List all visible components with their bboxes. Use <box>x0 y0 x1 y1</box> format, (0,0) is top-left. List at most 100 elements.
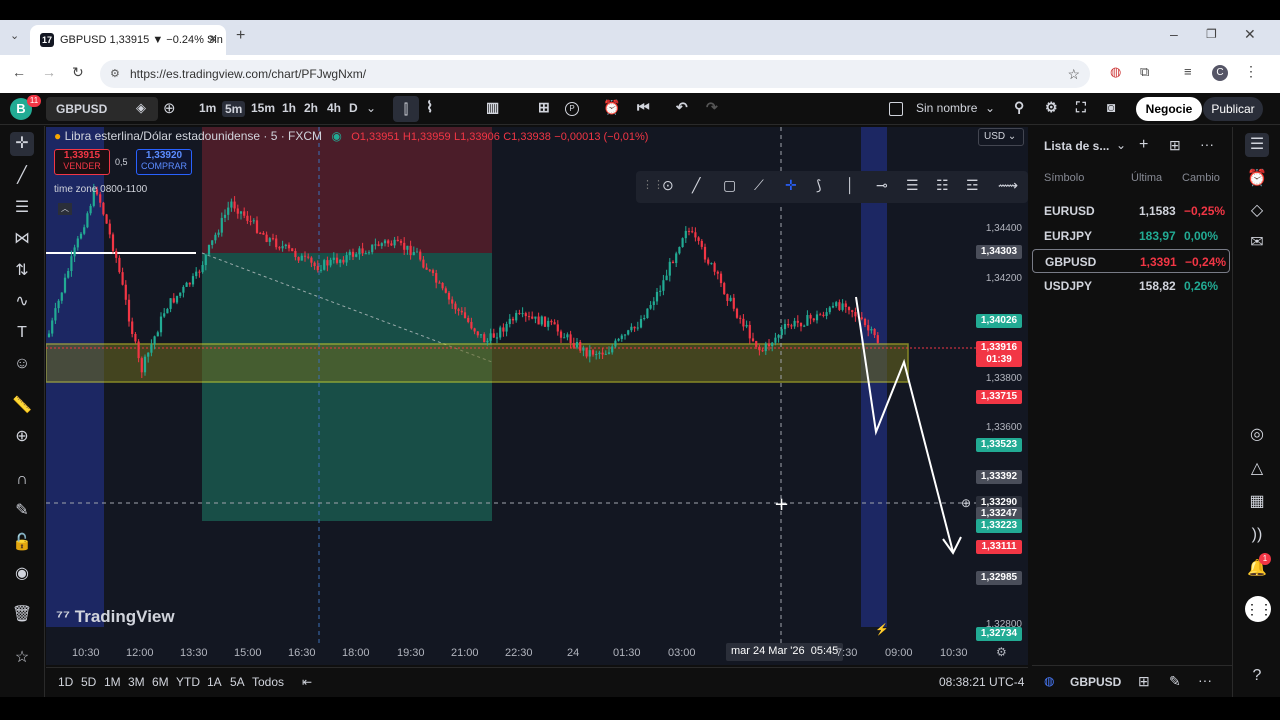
compare-icon[interactable]: ◈ <box>136 100 146 116</box>
new-tab-icon[interactable]: + <box>236 27 245 45</box>
range-1d[interactable]: 1D <box>58 675 73 689</box>
fib-tool-icon[interactable]: ☰ <box>10 196 34 220</box>
browser-tab[interactable]: 17 GBPUSD 1,33915 ▼ −0.24% Sin ✕ <box>30 25 226 55</box>
reload-icon[interactable]: ↻ <box>72 64 84 81</box>
range-ytd[interactable]: YTD <box>176 675 200 689</box>
emoji-tool-icon[interactable]: ☺ <box>10 352 34 376</box>
magnet-icon[interactable]: ∩ <box>10 468 34 492</box>
clock-timezone[interactable]: 08:38:21 UTC-4 <box>939 675 1024 689</box>
extensions-puzzle-icon[interactable]: ⧉ <box>1140 64 1149 80</box>
add-symbol-icon[interactable]: ⊕ <box>163 99 176 117</box>
interval-1h[interactable]: 1h <box>282 101 296 115</box>
media-icon[interactable]: ≡ <box>1184 64 1192 79</box>
fib-retracement-icon[interactable]: ☷ <box>936 177 949 194</box>
forecast-tool-icon[interactable]: ⇅ <box>10 259 34 283</box>
cursor-tool-icon[interactable]: ⊙ <box>662 177 674 194</box>
zoom-tool-icon[interactable]: ⊕ <box>10 425 34 449</box>
footer-edit-icon[interactable]: ✎ <box>1169 673 1181 690</box>
interval-2h[interactable]: 2h <box>304 101 318 115</box>
parallel-channel-icon[interactable]: ☰ <box>906 177 919 194</box>
trend-line-tool-icon[interactable]: ╱ <box>10 164 34 188</box>
lock-icon[interactable]: 🔓 <box>10 531 34 555</box>
lock-drawing-icon[interactable]: ✎ <box>10 499 34 523</box>
trash-icon[interactable]: 🗑 <box>10 603 34 627</box>
range-5a[interactable]: 5A <box>230 675 245 689</box>
layout-name[interactable]: Sin nombre <box>916 101 977 115</box>
footer-more-icon[interactable]: ··· <box>1198 672 1212 688</box>
forward-icon[interactable]: → <box>42 64 56 80</box>
interval-4h[interactable]: 4h <box>327 101 341 115</box>
interval-15m[interactable]: 15m <box>251 101 275 115</box>
layers-icon[interactable]: ◇ <box>1245 199 1269 223</box>
visibility-eye-icon[interactable]: ◉ <box>10 562 34 586</box>
interval-5m[interactable]: 5m <box>222 101 246 117</box>
browser-menu-icon[interactable]: ⋮ <box>1244 63 1258 80</box>
target-icon[interactable]: ◎ <box>1245 423 1269 447</box>
drag-handle-icon[interactable]: ⋮⋮ <box>642 178 664 191</box>
currency-selector[interactable]: USD ⌄ <box>978 128 1024 146</box>
col-change[interactable]: Cambio <box>1182 172 1220 184</box>
help-icon[interactable]: ? <box>1245 664 1269 688</box>
range-all[interactable]: Todos <box>252 675 284 689</box>
horizontal-ray-icon[interactable]: ⊸ <box>876 177 888 194</box>
candles-icon[interactable]: ⫿ <box>393 96 419 122</box>
watchlist-row[interactable]: USDJPY 158,82 0,26% <box>1032 274 1230 298</box>
alerts-clock-icon[interactable]: ⏰ <box>1245 167 1269 191</box>
interval-d[interactable]: D <box>349 101 358 115</box>
watchlist-row[interactable]: EURUSD 1,1583 −0,25% <box>1032 199 1230 223</box>
indicators-line-icon[interactable]: ⌇ <box>426 98 433 116</box>
indicators-icon[interactable]: ▥ <box>486 99 499 116</box>
minimize-icon[interactable]: – <box>1170 26 1178 42</box>
ray-tool-icon[interactable]: ⟋ <box>754 177 764 194</box>
chart-legend[interactable]: ● Libra esterlina/Dólar estadounidense ·… <box>54 129 648 143</box>
crosshair-tool-icon[interactable]: ✛ <box>10 132 34 156</box>
watchlist-row[interactable]: EURJPY 183,97 0,00% <box>1032 224 1230 248</box>
watchlist-title[interactable]: Lista de s... <box>1044 139 1109 153</box>
line-tool-icon[interactable]: ╱ <box>692 177 700 194</box>
add-symbol-plus-icon[interactable]: + <box>1139 136 1148 154</box>
add-alert-plus-icon[interactable]: ⊕ <box>961 496 971 510</box>
chart-settings-gear-icon[interactable]: ⚙ <box>996 645 1007 659</box>
close-window-icon[interactable]: ✕ <box>1244 26 1256 43</box>
price-chart[interactable]: + <box>46 127 1028 665</box>
col-last[interactable]: Última <box>1131 172 1162 184</box>
restore-icon[interactable]: ❐ <box>1206 27 1217 41</box>
fullscreen-icon[interactable]: ⛶ <box>1076 99 1086 116</box>
chart-pane[interactable]: + ● Libra esterlina/Dólar estadounidense… <box>46 127 1028 665</box>
range-6m[interactable]: 6M <box>152 675 169 689</box>
advanced-view-icon[interactable]: ⊞ <box>1169 137 1181 154</box>
redo-icon[interactable]: ↷ <box>706 99 718 116</box>
alert-icon[interactable]: ⏰ <box>603 99 620 116</box>
events-lightning-icon[interactable]: ⚡ <box>875 623 889 636</box>
watchlist-chevron-icon[interactable]: ⌄ <box>1116 138 1126 152</box>
range-3m[interactable]: 3M <box>128 675 145 689</box>
close-tab-icon[interactable]: ✕ <box>208 32 218 46</box>
settings-icon[interactable]: ⚙ <box>1045 99 1058 116</box>
buy-button[interactable]: 1,33920 COMPRAR <box>136 149 192 175</box>
collapse-legend-icon[interactable]: ︿ <box>58 203 72 215</box>
pine-icon[interactable]: P <box>565 102 579 116</box>
undo-icon[interactable]: ↶ <box>676 99 688 116</box>
layout-checkbox[interactable] <box>889 102 903 116</box>
tab-list-icon[interactable]: ⌄ <box>10 29 19 42</box>
favorites-star-icon[interactable]: ☆ <box>10 646 34 670</box>
col-symbol[interactable]: Símbolo <box>1044 172 1084 184</box>
stop-loss-zone[interactable] <box>202 127 492 253</box>
text-tool-icon[interactable]: T <box>10 321 34 345</box>
bookmark-star-icon[interactable]: ☆ <box>1067 60 1080 88</box>
brush-tool-icon[interactable]: ∿ <box>10 290 34 314</box>
layouts-icon[interactable]: ⊞ <box>538 99 550 116</box>
crosshair-select-icon[interactable]: ✛ <box>785 177 797 194</box>
extension-icon[interactable]: ◍ <box>1110 64 1121 80</box>
watchlist-row[interactable]: GBPUSD 1,3391 −0,24% <box>1032 249 1230 273</box>
profile-avatar[interactable]: C <box>1212 65 1228 81</box>
news-feed-icon[interactable]: )) <box>1245 523 1269 547</box>
ideas-icon[interactable]: △ <box>1245 457 1269 481</box>
range-1m[interactable]: 1M <box>104 675 121 689</box>
go-to-date-icon[interactable]: ⇤ <box>302 675 312 689</box>
chat-icon[interactable]: ✉ <box>1245 231 1269 255</box>
footer-layout-icon[interactable]: ⊞ <box>1138 673 1150 690</box>
layout-chevron-icon[interactable]: ⌄ <box>985 101 995 115</box>
interval-1m[interactable]: 1m <box>199 101 216 115</box>
publish-button[interactable]: Publicar <box>1203 97 1263 121</box>
